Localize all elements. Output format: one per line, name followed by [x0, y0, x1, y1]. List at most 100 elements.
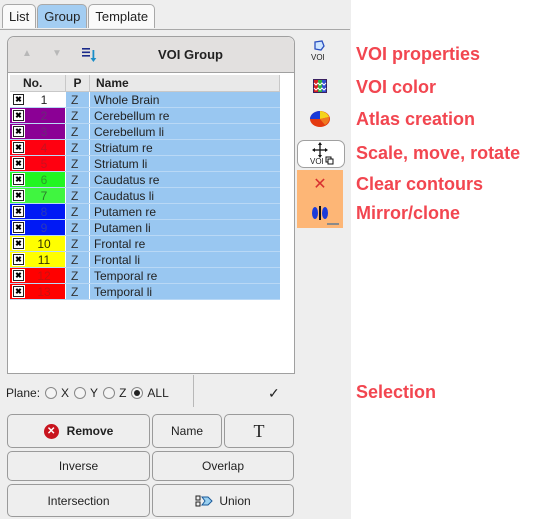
table-row[interactable]: ✖ 2 Z Cerebellum re: [10, 107, 280, 124]
voi-name-cell[interactable]: Striatum re: [89, 139, 280, 156]
voi-color-cell[interactable]: ✖ 13: [10, 283, 66, 300]
annotation-atlas-creation: Atlas creation: [356, 109, 476, 129]
voi-name-cell[interactable]: Frontal re: [89, 235, 280, 252]
voi-color-cell[interactable]: ✖ 12: [10, 267, 66, 284]
group-title: VOI Group: [158, 47, 223, 62]
visibility-checkbox[interactable]: ✖: [13, 110, 24, 121]
voi-color-button[interactable]: [297, 72, 343, 100]
plane-cell: Z: [65, 187, 90, 204]
plane-cell: Z: [65, 155, 90, 172]
tab-group[interactable]: Group: [37, 4, 88, 28]
table-row[interactable]: ✖ 13 Z Temporal li: [10, 283, 280, 300]
voi-color-cell[interactable]: ✖ 6: [10, 171, 66, 188]
visibility-checkbox[interactable]: ✖: [13, 270, 24, 281]
visibility-checkbox[interactable]: ✖: [13, 158, 24, 169]
text-button[interactable]: T: [224, 414, 294, 448]
annotation-selection: Selection: [356, 382, 437, 402]
voi-group-frame: ▲ ▼ VOI Group No. P Name ✖ 1 Z Whole Bra…: [7, 36, 295, 374]
voi-properties-button[interactable]: VOI: [297, 37, 343, 65]
column-header-p[interactable]: P: [65, 75, 90, 92]
clear-contours-button[interactable]: ✕: [297, 170, 343, 198]
visibility-checkbox[interactable]: ✖: [13, 206, 24, 217]
table-row[interactable]: ✖ 4 Z Striatum re: [10, 139, 280, 156]
voi-color-cell[interactable]: ✖ 4: [10, 139, 66, 156]
voi-name-cell[interactable]: Temporal re: [89, 267, 280, 284]
visibility-checkbox[interactable]: ✖: [13, 190, 24, 201]
radio-dot: [45, 387, 58, 399]
annotation-scale-move-rotate: Scale, move, rotate: [356, 143, 521, 163]
voi-color-cell[interactable]: ✖ 9: [10, 219, 66, 236]
voi-number: 7: [40, 189, 48, 203]
tab-template[interactable]: Template: [88, 4, 156, 28]
voi-name-cell[interactable]: Cerebellum re: [89, 107, 280, 124]
voi-name-cell[interactable]: Temporal li: [89, 283, 280, 300]
scale-move-rotate-button[interactable]: VOI: [297, 140, 345, 168]
overlap-button[interactable]: Overlap: [152, 451, 294, 481]
plane-radio-z[interactable]: Z: [103, 386, 126, 400]
voi-color-cell[interactable]: ✖ 3: [10, 123, 66, 140]
resize-handle[interactable]: [327, 223, 339, 225]
plane-cell: Z: [65, 267, 90, 284]
table-row[interactable]: ✖ 1 Z Whole Brain: [10, 91, 280, 108]
annotation-clear-contours: Clear contours: [356, 174, 484, 194]
voi-table: No. P Name ✖ 1 Z Whole Brain ✖ 2 Z Cerebellum r…: [10, 75, 280, 300]
intersection-button[interactable]: Intersection: [7, 484, 150, 517]
voi-name-cell[interactable]: Frontal li: [89, 251, 280, 268]
visibility-checkbox[interactable]: ✖: [13, 94, 24, 105]
visibility-checkbox[interactable]: ✖: [13, 286, 24, 297]
radio-label: ALL: [147, 386, 169, 400]
voi-color-cell[interactable]: ✖ 8: [10, 203, 66, 220]
voi-color-cell[interactable]: ✖ 2: [10, 107, 66, 124]
inverse-button[interactable]: Inverse: [7, 451, 150, 481]
plane-radio-y[interactable]: Y: [74, 386, 98, 400]
table-row[interactable]: ✖ 11 Z Frontal li: [10, 251, 280, 268]
visibility-checkbox[interactable]: ✖: [13, 238, 24, 249]
voi-name-cell[interactable]: Whole Brain: [89, 91, 280, 108]
visibility-checkbox[interactable]: ✖: [13, 174, 24, 185]
name-button[interactable]: Name: [152, 414, 222, 448]
atlas-creation-button[interactable]: [297, 105, 343, 133]
visibility-checkbox[interactable]: ✖: [13, 126, 24, 137]
sort-list-icon[interactable]: [81, 45, 99, 63]
check-icon[interactable]: ✓: [268, 385, 280, 402]
voi-name-cell[interactable]: Cerebellum li: [89, 123, 280, 140]
table-row[interactable]: ✖ 6 Z Caudatus re: [10, 171, 280, 188]
voi-name-cell[interactable]: Caudatus re: [89, 171, 280, 188]
visibility-checkbox[interactable]: ✖: [13, 254, 24, 265]
union-button[interactable]: Union: [152, 484, 294, 517]
table-row[interactable]: ✖ 9 Z Putamen li: [10, 219, 280, 236]
voi-name-cell[interactable]: Putamen li: [89, 219, 280, 236]
voi-color-cell[interactable]: ✖ 11: [10, 251, 66, 268]
voi-name-cell[interactable]: Striatum li: [89, 155, 280, 172]
triangle-down-icon[interactable]: ▼: [50, 47, 64, 61]
plane-radio-all[interactable]: ALL: [131, 386, 169, 400]
tab-list[interactable]: List: [2, 4, 37, 28]
svg-text:VOI: VOI: [311, 53, 325, 62]
visibility-checkbox[interactable]: ✖: [13, 142, 24, 153]
mirror-clone-button[interactable]: [297, 198, 343, 228]
column-header-name[interactable]: Name: [89, 75, 280, 92]
plane-radio-x[interactable]: X: [45, 386, 69, 400]
table-row[interactable]: ✖ 7 Z Caudatus li: [10, 187, 280, 204]
group-header: ▲ ▼ VOI Group: [8, 37, 294, 73]
table-row[interactable]: ✖ 8 Z Putamen re: [10, 203, 280, 220]
voi-name-cell[interactable]: Caudatus li: [89, 187, 280, 204]
table-row[interactable]: ✖ 3 Z Cerebellum li: [10, 123, 280, 140]
voi-color-cell[interactable]: ✖ 7: [10, 187, 66, 204]
voi-color-cell[interactable]: ✖ 10: [10, 235, 66, 252]
plane-cell: Z: [65, 283, 90, 300]
table-row[interactable]: ✖ 12 Z Temporal re: [10, 267, 280, 284]
voi-name-cell[interactable]: Putamen re: [89, 203, 280, 220]
voi-properties-icon: VOI: [311, 40, 325, 62]
table-row[interactable]: ✖ 10 Z Frontal re: [10, 235, 280, 252]
voi-number: 6: [40, 173, 48, 187]
svg-text:VOI: VOI: [310, 157, 324, 166]
remove-button[interactable]: ✕ Remove: [7, 414, 150, 448]
visibility-checkbox[interactable]: ✖: [13, 222, 24, 233]
column-header-no[interactable]: No.: [10, 75, 66, 92]
triangle-up-icon[interactable]: ▲: [20, 47, 34, 61]
table-row[interactable]: ✖ 5 Z Striatum li: [10, 155, 280, 172]
voi-color-cell[interactable]: ✖ 1: [10, 91, 66, 108]
voi-color-cell[interactable]: ✖ 5: [10, 155, 66, 172]
voi-number: 2: [40, 109, 48, 123]
